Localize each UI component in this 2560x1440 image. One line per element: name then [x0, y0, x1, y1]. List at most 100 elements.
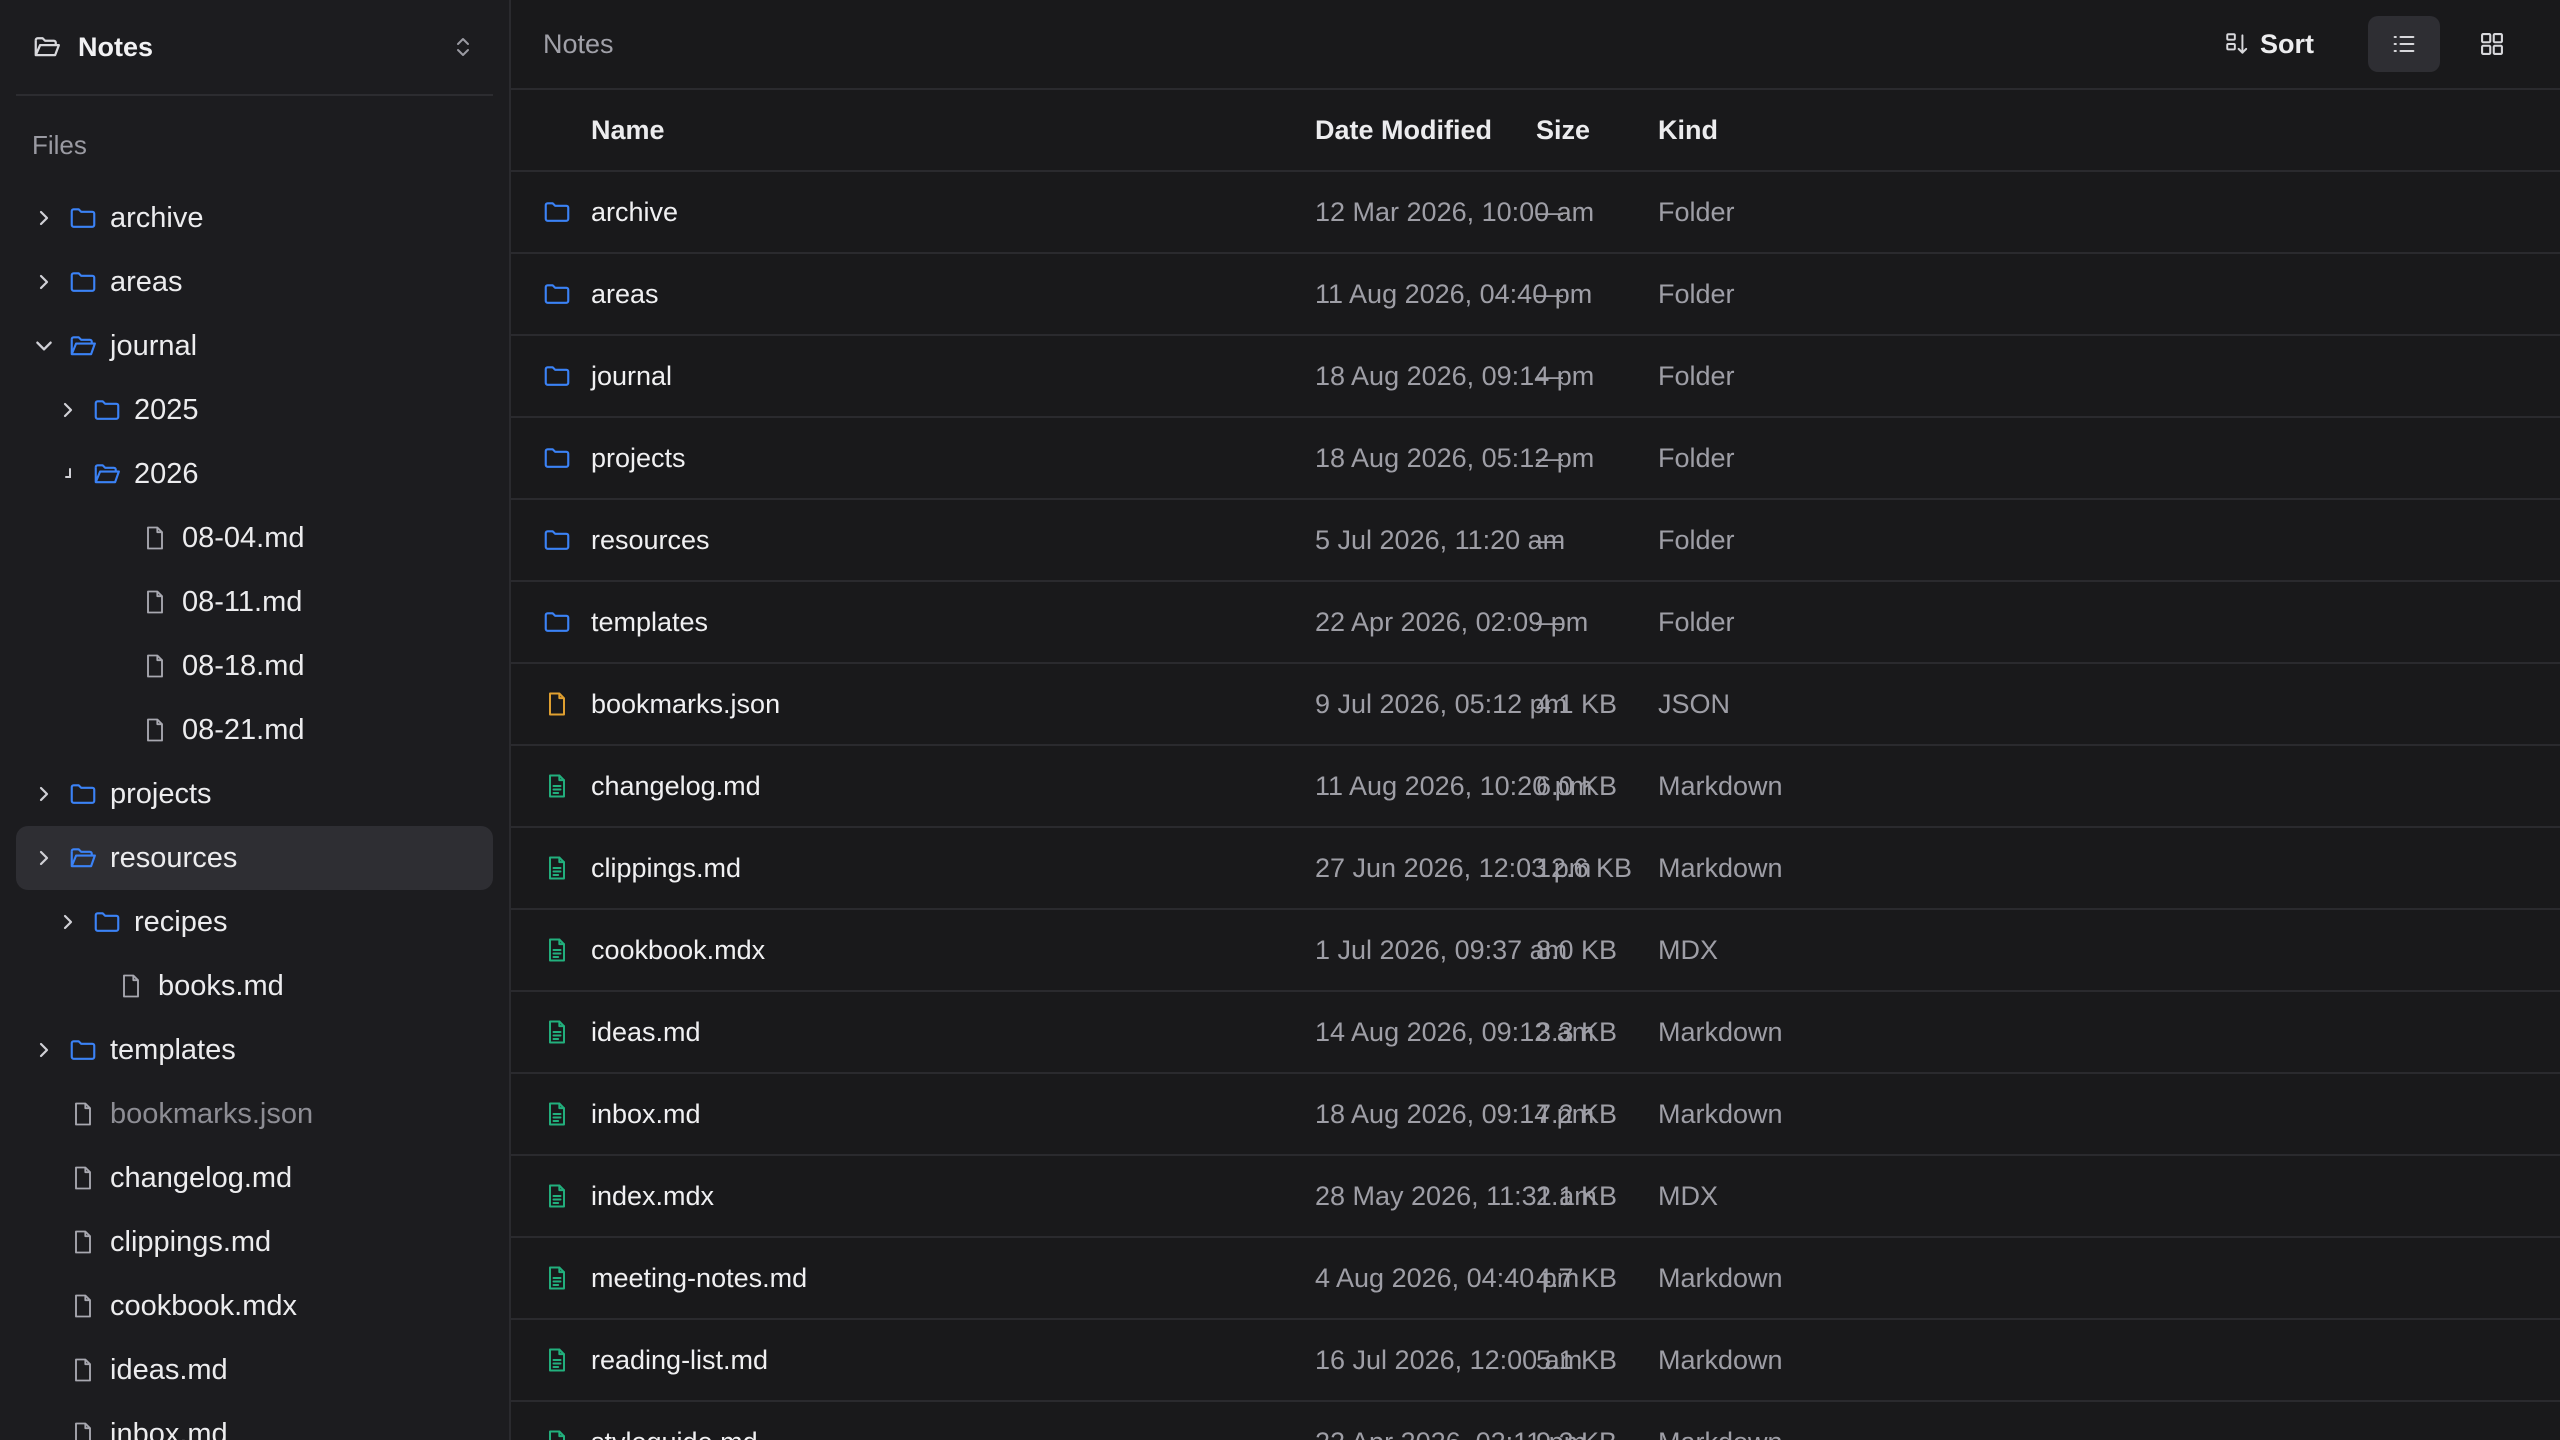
table-row[interactable]: meeting-notes.md 4 Aug 2026, 04:40 pm 4.7 … — [511, 1238, 2560, 1320]
table-row[interactable]: journal 18 Aug 2026, 09:14 pm — Folder — [511, 336, 2560, 418]
tree-item-label: 08-04.md — [182, 521, 305, 554]
tree-item-08-11-md[interactable]: 08-11.md — [16, 570, 493, 634]
tree-item-inbox-md[interactable]: inbox.md — [16, 1402, 493, 1440]
tree-item-recipes[interactable]: recipes — [16, 890, 493, 954]
table-row[interactable]: bookmarks.json 9 Jul 2026, 05:12 pm 4.1 KB… — [511, 664, 2560, 746]
file-size: — — [1536, 524, 1563, 555]
chevron-right-icon[interactable] — [32, 846, 56, 870]
folder-icon — [68, 203, 98, 233]
table-row[interactable]: changelog.md 11 Aug 2026, 10:20 pm 6.0 KB M… — [511, 746, 2560, 828]
file-icon — [116, 971, 146, 1001]
sort-icon — [2224, 31, 2250, 57]
file-kind: Markdown — [1658, 1016, 1783, 1047]
tree-item-books-md[interactable]: books.md — [16, 954, 493, 1018]
file-name: clippings.md — [591, 852, 742, 883]
tree-item-archive[interactable]: archive — [16, 186, 493, 250]
file-name: inbox.md — [591, 1098, 701, 1129]
tree-item-label: resources — [110, 841, 238, 874]
column-header-name[interactable]: Name — [591, 90, 665, 170]
table-row[interactable]: archive 12 Mar 2026, 10:00 am — Folder — [511, 172, 2560, 254]
folder-icon — [527, 172, 587, 252]
chevron-collapse-icon[interactable] — [56, 462, 80, 486]
table-row[interactable]: cookbook.mdx 1 Jul 2026, 09:37 am 8.0 KB MD… — [511, 910, 2560, 992]
table-row[interactable]: templates 22 Apr 2026, 02:09 pm — Folder — [511, 582, 2560, 664]
table-row[interactable]: inbox.md 18 Aug 2026, 09:14 pm 7.2 KB Markd… — [511, 1074, 2560, 1156]
tree-item-projects[interactable]: projects — [16, 762, 493, 826]
table-row[interactable]: projects 18 Aug 2026, 05:12 pm — Folder — [511, 418, 2560, 500]
chevron-down-icon[interactable] — [32, 334, 56, 358]
tree-item-label: 08-21.md — [182, 713, 305, 746]
chevron-up-down-icon[interactable] — [449, 33, 477, 61]
chevron-right-icon[interactable] — [32, 1038, 56, 1062]
tree-item-2026[interactable]: 2026 — [16, 442, 493, 506]
document-icon — [527, 1402, 587, 1440]
tree-item-label: journal — [110, 329, 198, 362]
tree-item-ideas-md[interactable]: ideas.md — [16, 1338, 493, 1402]
tree-item-templates[interactable]: templates — [16, 1018, 493, 1082]
column-header-size[interactable]: Size — [1536, 90, 1590, 170]
tree-item-08-18-md[interactable]: 08-18.md — [16, 634, 493, 698]
file-name: templates — [591, 606, 709, 637]
chevron-right-icon[interactable] — [32, 206, 56, 230]
file-kind: MDX — [1658, 934, 1718, 965]
chevron-right-icon[interactable] — [56, 910, 80, 934]
file-size: — — [1536, 196, 1563, 227]
tree-item-08-04-md[interactable]: 08-04.md — [16, 506, 493, 570]
file-kind: Folder — [1658, 278, 1735, 309]
chevron-right-icon[interactable] — [32, 782, 56, 806]
file-kind: Markdown — [1658, 1262, 1783, 1293]
table-header: Name Date Modified Size Kind — [511, 90, 2560, 172]
table-row[interactable]: index.mdx 28 May 2026, 11:31 am 2.1 KB MDX — [511, 1156, 2560, 1238]
file-icon — [140, 715, 170, 745]
file-tree: archive areas journal 2025 2026 08-04.md 08-11… — [0, 186, 509, 1440]
column-header-kind[interactable]: Kind — [1658, 90, 1718, 170]
tree-item-cookbook-mdx[interactable]: cookbook.mdx — [16, 1274, 493, 1338]
tree-item-areas[interactable]: areas — [16, 250, 493, 314]
tree-item-label: cookbook.mdx — [110, 1289, 297, 1322]
chevron-right-icon[interactable] — [56, 398, 80, 422]
grid-view-button[interactable] — [2456, 16, 2528, 72]
file-name: changelog.md — [591, 770, 761, 801]
table-row[interactable]: ideas.md 14 Aug 2026, 09:12 am 3.3 KB Markd… — [511, 992, 2560, 1074]
folder-icon — [527, 500, 587, 580]
toolbar: Notes Sort — [511, 0, 2560, 90]
file-size: — — [1536, 606, 1563, 637]
file-kind: Folder — [1658, 606, 1735, 637]
file-size: 5.1 KB — [1536, 1344, 1618, 1375]
table-row[interactable]: styleguide.md22 Apr 2026, 02:11 pm9.2 KB… — [511, 1402, 2560, 1440]
folder-open-icon — [92, 459, 122, 489]
tree-item-2025[interactable]: 2025 — [16, 378, 493, 442]
tree-item-journal[interactable]: journal — [16, 314, 493, 378]
file-name: archive — [591, 196, 679, 227]
file-kind: Folder — [1658, 442, 1735, 473]
file-name: cookbook.mdx — [591, 934, 766, 965]
file-name: meeting-notes.md — [591, 1262, 808, 1293]
tree-item-label: changelog.md — [110, 1161, 293, 1194]
table-row[interactable]: reading-list.md 16 Jul 2026, 12:00 am 5.1 … — [511, 1320, 2560, 1402]
file-icon — [140, 651, 170, 681]
file-icon — [140, 587, 170, 617]
sort-button[interactable]: Sort — [2204, 16, 2334, 72]
workspace-switcher[interactable]: Notes — [16, 0, 493, 96]
table-row[interactable]: clippings.md 27 Jun 2026, 12:03 pm 12.6 KB… — [511, 828, 2560, 910]
folder-icon — [527, 418, 587, 498]
breadcrumb[interactable]: Notes — [543, 29, 2204, 60]
tree-item-bookmarks-json[interactable]: bookmarks.json — [16, 1082, 493, 1146]
tree-item-label: projects — [110, 777, 212, 810]
table-row[interactable]: areas 11 Aug 2026, 04:40 pm — Folder — [511, 254, 2560, 336]
list-view-button[interactable] — [2368, 16, 2440, 72]
tree-item-clippings-md[interactable]: clippings.md — [16, 1210, 493, 1274]
tree-item-changelog-md[interactable]: changelog.md — [16, 1146, 493, 1210]
tree-item-label: templates — [110, 1033, 236, 1066]
file-icon — [68, 1291, 98, 1321]
tree-item-label: clippings.md — [110, 1225, 272, 1258]
chevron-right-icon[interactable] — [32, 270, 56, 294]
tree-item-label: 2025 — [134, 393, 199, 426]
tree-item-08-21-md[interactable]: 08-21.md — [16, 698, 493, 762]
table-row[interactable]: resources 5 Jul 2026, 11:20 am — Folder — [511, 500, 2560, 582]
workspace-title: Notes — [78, 31, 154, 62]
file-name: styleguide.md — [591, 1402, 758, 1440]
file-name: areas — [591, 278, 659, 309]
tree-item-resources[interactable]: resources — [16, 826, 493, 890]
column-header-date[interactable]: Date Modified — [1315, 90, 1492, 170]
